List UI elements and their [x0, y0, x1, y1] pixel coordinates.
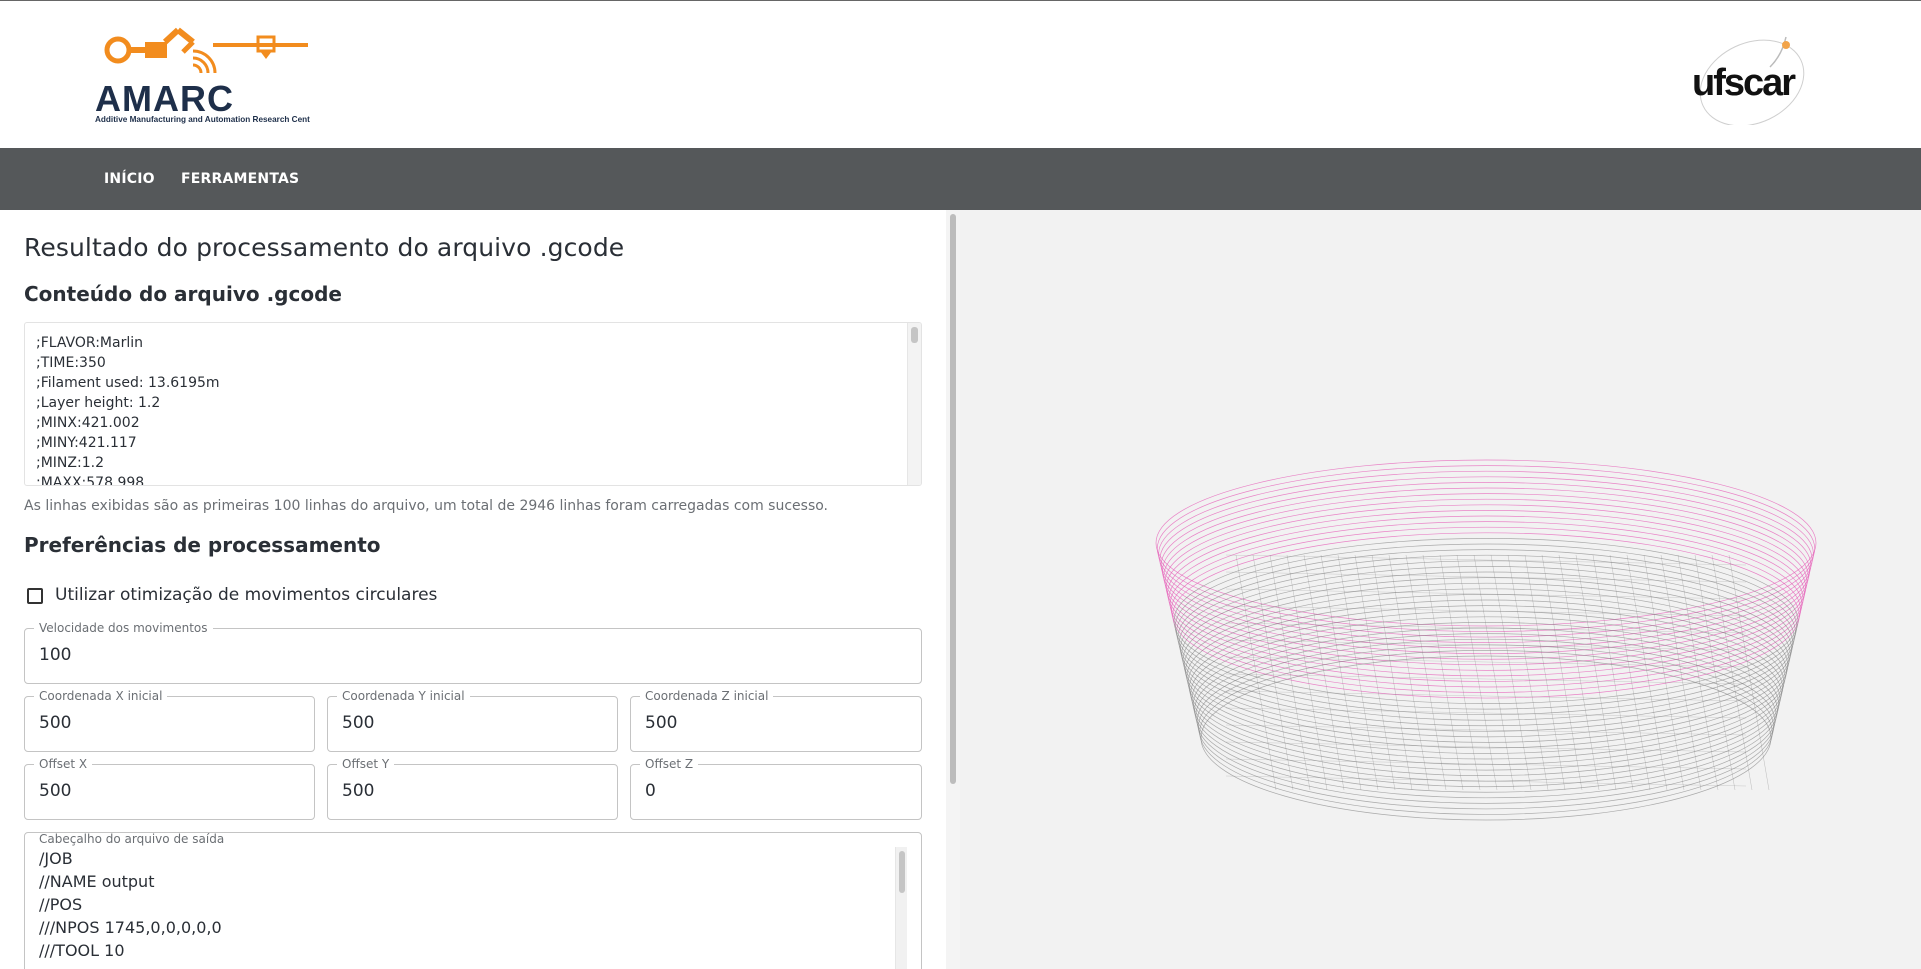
gcode-line: ;FLAVOR:Marlin — [36, 335, 144, 351]
results-panel: Resultado do processamento do arquivo .g… — [0, 210, 946, 969]
gcode-content-box[interactable]: ;FLAVOR:Marlin ;TIME:350 ;Filament used:… — [24, 322, 922, 486]
offset-z-value: 0 — [645, 781, 656, 801]
header-line: //POS — [39, 895, 83, 914]
panel-scrollbar-thumb[interactable] — [950, 214, 956, 784]
gcode-line: ;MINZ:1.2 — [36, 455, 104, 471]
offset-x-value: 500 — [39, 781, 72, 801]
speed-field-label: Velocidade dos movimentos — [34, 621, 213, 635]
x-init-field[interactable]: Coordenada X inicial 500 — [24, 689, 315, 752]
panel-scrollbar[interactable] — [946, 210, 960, 969]
header-line: /JOB — [39, 849, 73, 868]
toolpath-render[interactable] — [960, 210, 1921, 969]
gcode-line: ;TIME:350 — [36, 355, 106, 371]
gcode-helper-text: As linhas exibidas são as primeiras 100 … — [24, 498, 829, 514]
y-init-field[interactable]: Coordenada Y inicial 500 — [327, 689, 618, 752]
nav-item-inicio[interactable]: INÍCIO — [104, 148, 155, 210]
speed-field[interactable]: Velocidade dos movimentos 100 — [24, 621, 922, 684]
gcode-line: ;Filament used: 13.6195m — [36, 375, 220, 391]
site-header: AMARC Additive Manufacturing and Automat… — [0, 0, 1921, 148]
offset-y-field[interactable]: Offset Y 500 — [327, 757, 618, 820]
gcode-line: ;MAXX:578.998 — [36, 475, 145, 486]
toolpath-3d-viewer[interactable] — [960, 210, 1921, 969]
nav-item-ferramentas[interactable]: FERRAMENTAS — [181, 148, 299, 210]
amarc-logo[interactable]: AMARC Additive Manufacturing and Automat… — [95, 25, 318, 125]
header-line: ///TOOL 10 — [39, 941, 125, 960]
x-init-label: Coordenada X inicial — [34, 689, 168, 703]
offset-x-field[interactable]: Offset X 500 — [24, 757, 315, 820]
amarc-wordmark: AMARC — [95, 78, 234, 119]
z-init-value: 500 — [645, 713, 678, 733]
gcode-section-title: Conteúdo do arquivo .gcode — [24, 282, 342, 306]
ufscar-wordmark: ufscar — [1692, 62, 1796, 104]
x-init-value: 500 — [39, 713, 72, 733]
ufscar-logo[interactable]: ufscar — [1690, 25, 1825, 127]
amarc-tagline: Additive Manufacturing and Automation Re… — [95, 115, 310, 124]
offset-y-value: 500 — [342, 781, 375, 801]
z-init-label: Coordenada Z inicial — [640, 689, 774, 703]
main-nav: INÍCIO FERRAMENTAS — [0, 148, 1921, 210]
speed-field-value: 100 — [39, 645, 72, 665]
offset-y-label: Offset Y — [337, 757, 395, 771]
prefs-section-title: Preferências de processamento — [24, 533, 381, 557]
header-scrollbar[interactable] — [895, 847, 907, 969]
gcode-line: ;MINY:421.117 — [36, 435, 137, 451]
offset-x-label: Offset X — [34, 757, 93, 771]
output-header-field[interactable]: Cabeçalho do arquivo de saída /JOB //NAM… — [24, 832, 922, 969]
circular-opt-checkbox[interactable] — [27, 588, 43, 604]
y-init-label: Coordenada Y inicial — [337, 689, 470, 703]
circular-opt-label: Utilizar otimização de movimentos circul… — [55, 585, 438, 605]
gcode-line: ;Layer height: 1.2 — [36, 395, 161, 411]
header-line: //NAME output — [39, 872, 155, 891]
gcode-line: ;MINX:421.002 — [36, 415, 140, 431]
output-header-label: Cabeçalho do arquivo de saída — [34, 833, 230, 846]
offset-z-field[interactable]: Offset Z 0 — [630, 757, 922, 820]
gcode-scrollbar[interactable] — [907, 323, 921, 485]
page-title: Resultado do processamento do arquivo .g… — [24, 233, 625, 262]
header-line: ///NPOS 1745,0,0,0,0,0 — [39, 918, 222, 937]
z-init-field[interactable]: Coordenada Z inicial 500 — [630, 689, 922, 752]
y-init-value: 500 — [342, 713, 375, 733]
offset-z-label: Offset Z — [640, 757, 699, 771]
